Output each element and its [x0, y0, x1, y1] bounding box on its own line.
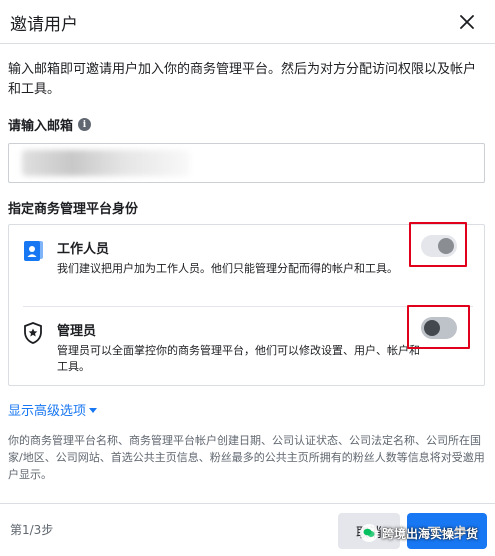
email-input[interactable]	[8, 143, 485, 183]
employee-description: 我们建议把用户加为工作人员。他们只能管理分配而得的帐户和工具。	[57, 262, 398, 275]
employee-toggle-knob	[438, 238, 454, 254]
cancel-button[interactable]: 取消	[338, 513, 400, 549]
close-icon	[460, 15, 474, 29]
admin-toggle-knob	[424, 320, 440, 336]
role-option-admin[interactable]: 管理员 管理员可以全面掌控你的商务管理平台，他们可以修改设置、用户、帐户和工具。	[9, 307, 486, 387]
role-section-label: 指定商务管理平台身份	[8, 202, 139, 217]
show-advanced-options-link[interactable]: 显示高级选项	[8, 400, 98, 419]
email-label: 请输入邮箱 i	[8, 115, 92, 134]
role-option-employee[interactable]: 工作人员 我们建议把用户加为工作人员。他们只能管理分配而得的帐户和工具。	[9, 225, 486, 305]
dialog-footer: 第1/3步 取消 下一步	[0, 503, 495, 556]
step-indicator: 第1/3步	[10, 523, 54, 537]
email-label-text: 请输入邮箱	[8, 119, 74, 134]
dialog-title: 邀请用户	[10, 15, 78, 35]
employee-toggle[interactable]	[421, 235, 457, 257]
admin-description: 管理员可以全面掌控你的商务管理平台，他们可以修改设置、用户、帐户和工具。	[57, 344, 420, 373]
role-selector: 工作人员 我们建议把用户加为工作人员。他们只能管理分配而得的帐户和工具。 管理员…	[8, 224, 485, 386]
dialog-intro: 输入邮箱即可邀请用户加入你的商务管理平台。然后为对方分配访问权限以及帐户和工具。	[8, 62, 477, 97]
employee-badge-icon	[24, 241, 43, 261]
disclaimer-text: 你的商务管理平台名称、商务管理平台帐户创建日期、公司认证状态、公司法定名称、公司…	[8, 434, 485, 481]
close-button[interactable]	[455, 10, 479, 34]
admin-toggle[interactable]	[421, 317, 457, 339]
dialog-header: 邀请用户	[0, 0, 495, 44]
info-icon[interactable]: i	[78, 118, 92, 131]
next-button[interactable]: 下一步	[407, 513, 487, 549]
admin-shield-icon	[24, 322, 42, 344]
employee-title: 工作人员	[57, 242, 110, 257]
advanced-options-label: 显示高级选项	[8, 404, 87, 419]
admin-title: 管理员	[57, 324, 97, 339]
caret-down-icon	[89, 408, 98, 413]
